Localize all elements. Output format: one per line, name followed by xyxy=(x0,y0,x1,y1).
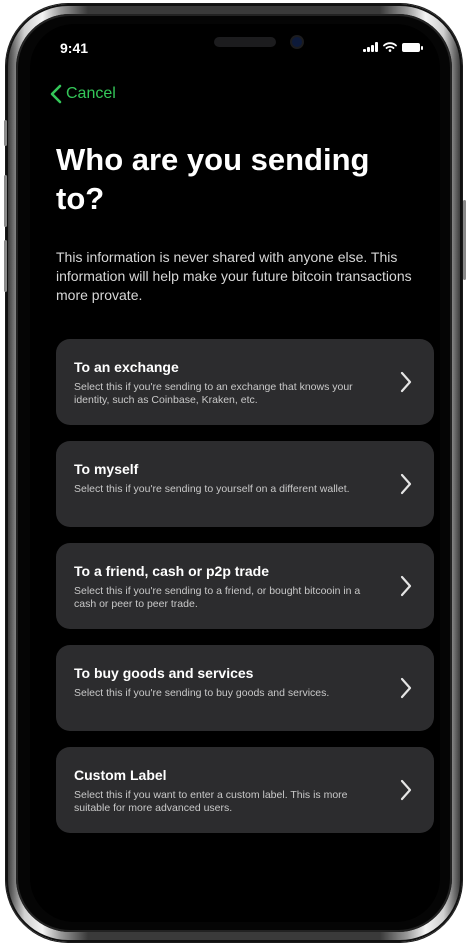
page-description: This information is never shared with an… xyxy=(56,249,412,303)
battery-icon xyxy=(402,42,423,52)
app-screen: 9:41 Cancel Who are you sending to? This… xyxy=(30,24,440,922)
chevron-left-icon xyxy=(50,84,62,104)
chevron-right-icon xyxy=(400,779,412,801)
option-title: Custom Label xyxy=(74,767,167,783)
speaker-grille xyxy=(214,37,276,47)
option-title: To myself xyxy=(74,461,139,477)
option-custom-label[interactable]: Custom Label Select this if you want to … xyxy=(56,747,434,833)
option-friend-p2p[interactable]: To a friend, cash or p2p trade Select th… xyxy=(56,543,434,629)
cancel-button[interactable]: Cancel xyxy=(50,84,116,104)
page-title: Who are you sending to? xyxy=(56,142,370,216)
option-description: Select this if you want to enter a custo… xyxy=(74,789,348,814)
chevron-right-icon xyxy=(400,371,412,393)
option-description: Select this if you're sending to an exch… xyxy=(74,381,353,406)
status-icons xyxy=(363,42,423,52)
volume-up-button xyxy=(4,175,7,227)
recipient-options: To an exchange Select this if you're sen… xyxy=(56,339,434,849)
mute-switch xyxy=(4,120,7,146)
option-title: To an exchange xyxy=(74,359,179,375)
option-myself[interactable]: To myself Select this if you're sending … xyxy=(56,441,434,527)
wifi-icon xyxy=(383,42,397,52)
chevron-right-icon xyxy=(400,677,412,699)
option-title: To a friend, cash or p2p trade xyxy=(74,563,270,579)
option-description: Select this if you're sending to a frien… xyxy=(74,585,361,610)
cancel-label: Cancel xyxy=(66,85,116,102)
power-button xyxy=(463,200,466,280)
option-exchange[interactable]: To an exchange Select this if you're sen… xyxy=(56,339,434,425)
front-camera xyxy=(292,37,302,47)
chevron-right-icon xyxy=(400,473,412,495)
option-goods-services[interactable]: To buy goods and services Select this if… xyxy=(56,645,434,731)
option-title: To buy goods and services xyxy=(74,665,254,681)
option-description: Select this if you're sending to buy goo… xyxy=(74,687,330,699)
status-time: 9:41 xyxy=(60,40,89,56)
volume-down-button xyxy=(4,240,7,292)
chevron-right-icon xyxy=(400,575,412,597)
option-description: Select this if you're sending to yoursel… xyxy=(74,483,350,495)
cellular-signal-icon xyxy=(363,42,378,52)
